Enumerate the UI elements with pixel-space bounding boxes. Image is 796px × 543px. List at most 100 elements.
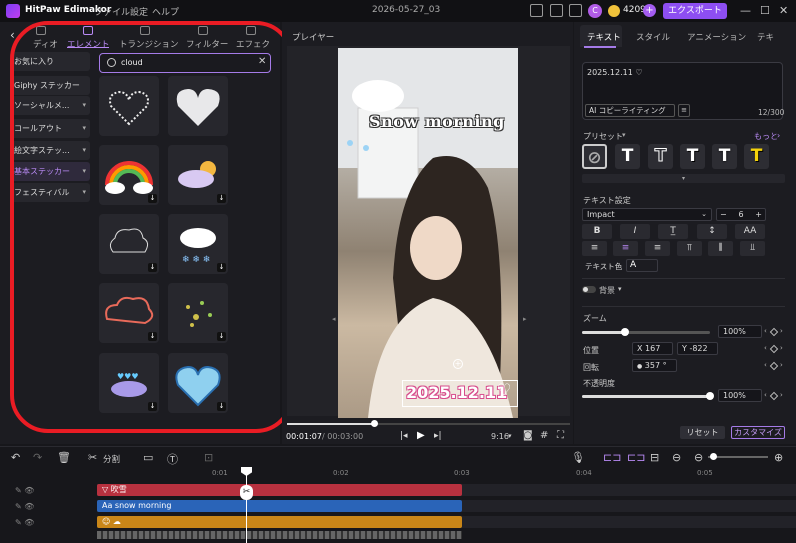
mic-icon[interactable]: 🎙 — [571, 451, 585, 464]
position-x-field[interactable]: X 167 — [632, 342, 673, 355]
customize-button[interactable]: カスタマイズ — [731, 426, 785, 439]
sticker-earth-heart[interactable]: ↓ — [168, 353, 228, 413]
preset-outline[interactable]: T — [648, 144, 673, 169]
subtitle-icon[interactable]: ▭ — [143, 451, 153, 464]
align-left-icon[interactable]: ≡ — [582, 241, 607, 256]
download-icon[interactable]: ↓ — [217, 402, 226, 411]
align-center-icon[interactable]: ≡ — [613, 241, 638, 256]
tab-text[interactable]: テキスト — [587, 31, 621, 43]
download-icon[interactable]: ↓ — [217, 263, 226, 272]
sticker-rainbow-cloud[interactable]: ↓ — [99, 145, 159, 205]
bold-button[interactable]: B — [582, 224, 612, 239]
text-tool-icon[interactable]: Ⓣ — [167, 451, 178, 467]
download-icon[interactable]: ↓ — [148, 263, 157, 272]
position-prev-key-icon[interactable]: ‹ — [764, 344, 767, 352]
prev-frame-icon[interactable]: ◂ — [332, 315, 336, 323]
video-preview[interactable] — [338, 48, 518, 418]
tab-more[interactable]: テキ — [757, 31, 774, 43]
ai-copywriting-button[interactable]: AI コピーライティング — [585, 104, 675, 117]
opacity-next-key-icon[interactable]: › — [780, 391, 783, 399]
tab-animation[interactable]: アニメーション — [687, 31, 746, 43]
ratio-chevron-icon[interactable]: ▾ — [508, 432, 512, 440]
sticker-outline-cloud[interactable]: ↓ — [99, 214, 159, 274]
rotation-next-key-icon[interactable]: › — [780, 361, 783, 369]
prev-icon[interactable]: |◂ — [400, 431, 408, 441]
line-spacing-button[interactable]: ↕ — [697, 224, 727, 239]
menu-settings[interactable]: 設定 — [130, 5, 148, 18]
download-icon[interactable]: ↓ — [148, 402, 157, 411]
align-middle-icon[interactable]: ⫼ — [708, 241, 733, 256]
align-top-icon[interactable]: ⫪ — [677, 241, 702, 256]
zoom-fit-icon[interactable]: ⊖ — [672, 451, 681, 464]
mail-icon[interactable] — [569, 4, 582, 17]
track-lock-visibility-icon[interactable]: ✎ 👁 — [15, 486, 34, 495]
font-size-stepper[interactable]: −6 + — [716, 208, 766, 221]
split-label[interactable]: 分割 — [103, 453, 120, 465]
category-favorites[interactable]: お気に入り — [10, 52, 90, 71]
sticker-purple-cloud[interactable]: ♥♥♥ ↓ — [99, 353, 159, 413]
opacity-slider-handle[interactable] — [706, 392, 714, 400]
zoom-next-key-icon[interactable]: › — [780, 327, 783, 335]
tab-elements[interactable]: エレメント — [67, 38, 110, 50]
text-format-icon[interactable]: ≡ — [678, 104, 690, 117]
tab-audio[interactable]: ディオ — [33, 38, 58, 50]
zoom-slider-handle[interactable] — [621, 328, 629, 336]
reset-button[interactable]: リセット — [680, 426, 725, 439]
minimize-icon[interactable]: — — [740, 4, 751, 17]
snapshot-icon[interactable]: ◙ — [523, 430, 533, 441]
export-button[interactable]: エクスポート — [663, 3, 727, 19]
tab-transitions[interactable]: トランジション — [119, 38, 179, 50]
sticker-smile-cloud[interactable]: ↓ — [99, 283, 159, 343]
position-next-key-icon[interactable]: › — [780, 344, 783, 352]
category-giphy[interactable]: Giphy ステッカー — [10, 76, 90, 95]
tab-style[interactable]: スタイル — [636, 31, 670, 43]
aspect-ratio-select[interactable]: 9:16 — [491, 432, 509, 441]
track-lock-visibility-icon[interactable]: ✎ 👁 — [15, 502, 34, 511]
clear-search-icon[interactable]: ✕ — [258, 56, 266, 67]
opacity-prev-key-icon[interactable]: ‹ — [764, 391, 767, 399]
category-festival[interactable]: フェスティバル ▾ — [10, 183, 90, 202]
sticker-glitter[interactable]: ↓ — [168, 283, 228, 343]
magnet-icon[interactable]: ⊏⊐ — [603, 451, 621, 464]
rotation-field[interactable]: ● 357 ° — [632, 359, 677, 372]
avatar[interactable]: C — [588, 4, 602, 18]
more-chevron-icon[interactable]: › — [777, 131, 780, 140]
undo-icon[interactable]: ↶ — [11, 451, 20, 464]
zoom-in-icon[interactable]: ⊕ — [774, 451, 783, 464]
expand-presets-icon[interactable]: ▾ — [582, 174, 785, 183]
sticker-sun-cloud[interactable]: ↓ — [168, 145, 228, 205]
position-y-field[interactable]: Y -822 — [677, 342, 718, 355]
next-icon[interactable]: ▸| — [434, 431, 442, 441]
fit-icon[interactable]: ⊟ — [650, 451, 659, 464]
case-button[interactable]: AA — [735, 224, 765, 239]
category-social[interactable]: ソーシャルメ... ▾ — [10, 96, 90, 115]
italic-button[interactable]: I — [620, 224, 650, 239]
close-icon[interactable]: ✕ — [779, 4, 788, 17]
add-coins-button[interactable]: + — [643, 4, 656, 17]
tab-filters[interactable]: フィルター — [186, 38, 228, 50]
clip-cloud-sticker[interactable]: ☺ ☁ — [97, 516, 462, 528]
zoom-out-icon[interactable]: ⊖ — [694, 451, 703, 464]
timeline-zoom-slider[interactable] — [708, 456, 768, 458]
clip-snow-morning[interactable]: Aa snow morning — [97, 500, 462, 512]
crop-icon[interactable]: ⊡ — [204, 451, 213, 464]
download-icon[interactable]: ↓ — [148, 194, 157, 203]
track-lock-visibility-icon[interactable]: ✎ 👁 — [15, 518, 34, 527]
preset-glow[interactable]: T — [712, 144, 737, 169]
zoom-prev-key-icon[interactable]: ‹ — [764, 327, 767, 335]
redo-icon[interactable]: ↷ — [33, 451, 42, 464]
download-icon[interactable]: ↓ — [217, 332, 226, 341]
align-bottom-icon[interactable]: ⫫ — [740, 241, 765, 256]
download-icon[interactable]: ↓ — [148, 332, 157, 341]
category-basic-stickers[interactable]: 基本ステッカー ▾ — [10, 162, 90, 181]
rotation-prev-key-icon[interactable]: ‹ — [764, 361, 767, 369]
category-callout[interactable]: コールアウト ▾ — [10, 119, 90, 138]
baseline-button[interactable]: T̲ — [658, 224, 688, 239]
progress-handle[interactable] — [371, 420, 378, 427]
video-clip-filmstrip[interactable] — [97, 531, 462, 539]
fullscreen-icon[interactable]: ⛶ — [557, 430, 564, 441]
delete-icon[interactable]: 🗑 — [57, 451, 71, 464]
align-right-icon[interactable]: ≡ — [645, 241, 670, 256]
snow-morning-title[interactable]: Snow morning — [369, 112, 505, 131]
preset-none-icon[interactable]: ⊘ — [582, 144, 607, 169]
